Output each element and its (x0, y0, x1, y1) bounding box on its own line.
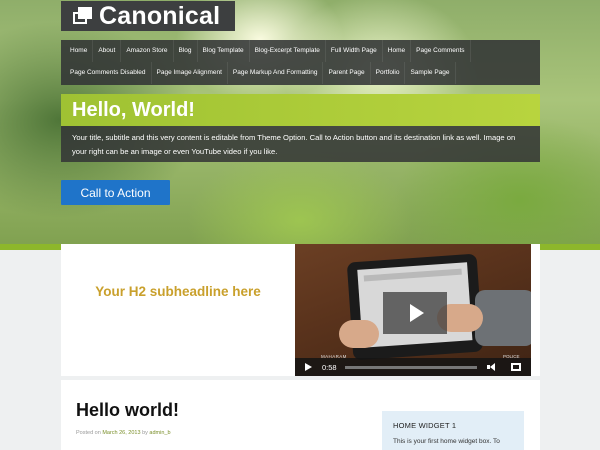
content-area: Hello world! Posted on March 26, 2013 by… (61, 380, 540, 450)
post-meta-prefix: Posted on (76, 430, 101, 436)
feature-subheadline: Your H2 subheadline here (95, 284, 261, 299)
site-logo[interactable]: Canonical (61, 1, 235, 31)
play-small-icon[interactable] (305, 363, 312, 371)
nav-item-page-comments[interactable]: Page Comments (411, 40, 471, 62)
hero-description: Your title, subtitle and this very conte… (61, 126, 540, 162)
nav-item-sample-page[interactable]: Sample Page (405, 62, 456, 84)
video-player[interactable]: MAHARAM POLICE 0:58 (295, 244, 531, 376)
logo-icon (73, 7, 93, 25)
play-overlay-button[interactable] (383, 292, 447, 334)
post-date-link[interactable]: March 26, 2013 (102, 430, 140, 436)
volume-icon[interactable] (487, 363, 497, 371)
post-title[interactable]: Hello world! (76, 400, 179, 421)
nav-item-full-width-page[interactable]: Full Width Page (326, 40, 383, 62)
nav-item-page-markup[interactable]: Page Markup And Formatting (228, 62, 324, 84)
nav-item-home-2[interactable]: Home (383, 40, 412, 62)
video-controls: 0:58 (295, 358, 531, 376)
nav-item-blog-template[interactable]: Blog Template (198, 40, 250, 62)
main-nav: Home About Amazon Store Blog Blog Templa… (61, 40, 540, 85)
nav-item-portfolio[interactable]: Portfolio (371, 62, 406, 84)
post-meta: Posted on March 26, 2013 by admin_b (76, 430, 171, 436)
feature-box: Your H2 subheadline here MAHARAM POLICE … (61, 244, 540, 376)
nav-item-blog-excerpt-template[interactable]: Blog-Excerpt Template (250, 40, 326, 62)
nav-item-home[interactable]: Home (65, 40, 94, 62)
post-meta-by: by (142, 430, 148, 436)
nav-item-page-image-alignment[interactable]: Page Image Alignment (152, 62, 228, 84)
post-author-link[interactable]: admin_b (149, 430, 170, 436)
site-title: Canonical (99, 1, 221, 30)
widget-title: HOME WIDGET 1 (393, 421, 457, 430)
nav-item-page-comments-disabled[interactable]: Page Comments Disabled (65, 62, 152, 84)
hero-banner: Canonical Home About Amazon Store Blog B… (0, 0, 600, 250)
fullscreen-icon[interactable] (511, 363, 521, 371)
video-progress-track[interactable] (344, 365, 477, 369)
call-to-action-button[interactable]: Call to Action (61, 180, 170, 205)
home-widget: HOME WIDGET 1 This is your first home wi… (382, 411, 524, 450)
widget-text: This is your first home widget box. To (393, 438, 500, 445)
video-time: 0:58 (322, 362, 337, 372)
nav-item-about[interactable]: About (93, 40, 122, 62)
nav-item-amazon-store[interactable]: Amazon Store (121, 40, 174, 62)
nav-item-parent-page[interactable]: Parent Page (323, 62, 371, 84)
arm-image (475, 290, 531, 346)
left-hand-image (339, 320, 379, 348)
hero-heading-bar: Hello, World! (61, 94, 540, 126)
hero-heading: Hello, World! (72, 98, 195, 121)
nav-item-blog[interactable]: Blog (174, 40, 198, 62)
play-icon (410, 304, 424, 322)
